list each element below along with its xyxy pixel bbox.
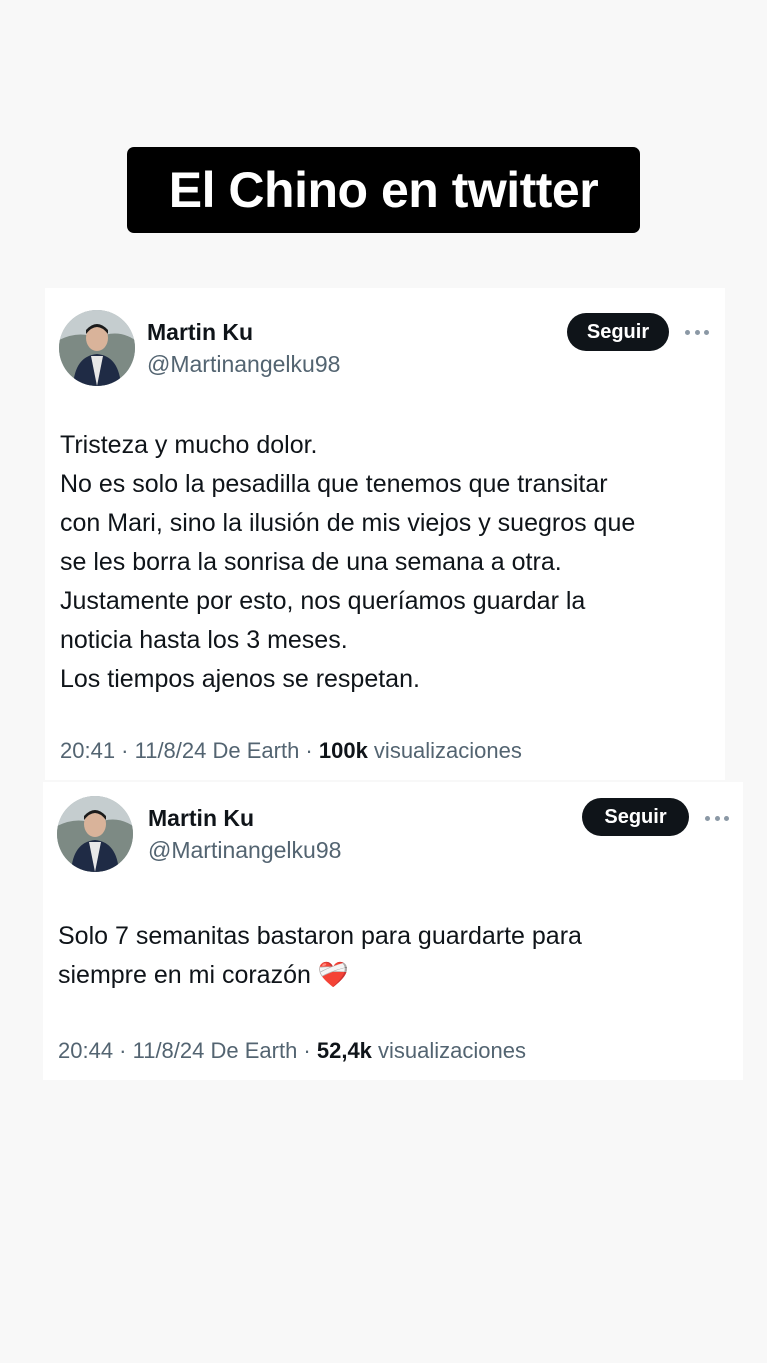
more-horizontal-icon[interactable] xyxy=(685,328,709,336)
tweet-card[interactable]: Martin Ku @Martinangelku98 Seguir Solo 7… xyxy=(43,782,743,1080)
author-name[interactable]: Martin Ku xyxy=(148,805,254,832)
tweet-text-line: con Mari, sino la ilusión de mis viejos … xyxy=(60,509,636,537)
avatar[interactable] xyxy=(57,796,133,872)
views-count: 52,4k xyxy=(316,1038,372,1063)
views-count: 100k xyxy=(318,738,368,763)
tweet-text-line: Tristeza y mucho dolor. xyxy=(60,431,318,459)
views-label: visualizaciones xyxy=(367,738,522,763)
author-handle[interactable]: @Martinangelku98 xyxy=(147,351,340,378)
tweet-timestamp[interactable]: 20:41 · 11/8/24 De Earth · xyxy=(60,738,319,763)
tweet-text-line: Solo 7 semanitas bastaron para guardarte… xyxy=(58,922,582,950)
tweet-text-line: No es solo la pesadilla que tenemos que … xyxy=(60,470,608,498)
tweet-text-line: Justamente por esto, nos queríamos guard… xyxy=(60,587,586,615)
tweet-meta: 20:41 · 11/8/24 De Earth · 100k visualiz… xyxy=(60,738,522,764)
tweet-meta: 20:44 · 11/8/24 De Earth · 52,4k visuali… xyxy=(58,1038,526,1064)
tweet-text-line: Los tiempos ajenos se respetan. xyxy=(60,665,420,693)
story-page: El Chino en twitter Martin Ku @Martinang… xyxy=(0,0,767,1363)
author-handle[interactable]: @Martinangelku98 xyxy=(148,837,341,864)
tweet-timestamp[interactable]: 20:44 · 11/8/24 De Earth · xyxy=(58,1038,317,1063)
tweet-text-line: noticia hasta los 3 meses. xyxy=(60,626,348,654)
headline-banner: El Chino en twitter xyxy=(127,147,640,233)
tweet-card[interactable]: Martin Ku @Martinangelku98 Seguir Triste… xyxy=(45,288,725,780)
author-name[interactable]: Martin Ku xyxy=(147,319,253,346)
tweet-text: Tristeza y mucho dolor. No es solo la pe… xyxy=(60,426,635,699)
tweet-text-line: se les borra la sonrisa de una semana a … xyxy=(60,548,562,576)
tweet-text: Solo 7 semanitas bastaron para guardarte… xyxy=(58,917,582,995)
tweet-text-line: siempre en mi corazón ❤️‍🩹 xyxy=(58,961,349,989)
follow-button[interactable]: Seguir xyxy=(582,798,689,836)
more-horizontal-icon[interactable] xyxy=(705,814,729,822)
follow-button[interactable]: Seguir xyxy=(567,313,669,351)
views-label: visualizaciones xyxy=(371,1038,526,1063)
avatar[interactable] xyxy=(59,310,135,386)
